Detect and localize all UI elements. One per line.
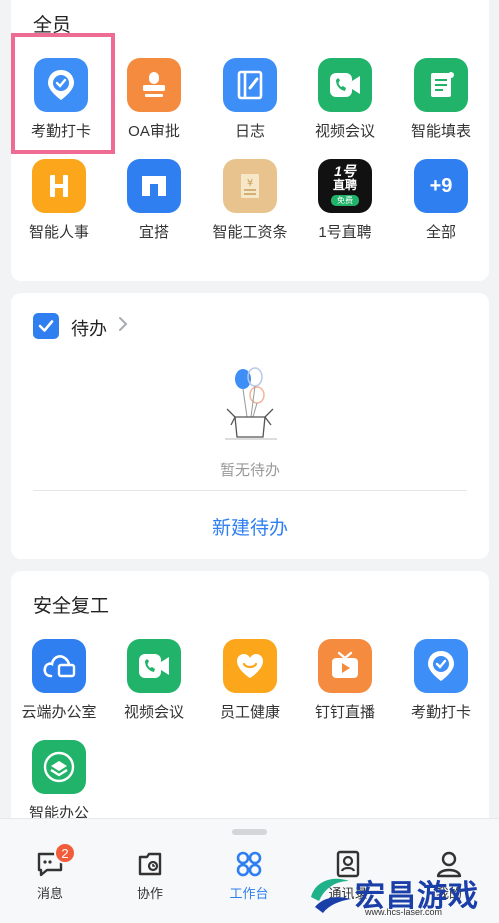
smart-form-icon — [414, 58, 468, 112]
new-todo-button[interactable]: 新建待办 — [11, 513, 489, 540]
salary-slip-icon: ¥ — [223, 159, 277, 213]
attendance-checkin-icon — [34, 58, 88, 112]
todo-card: 待办 暂无待办 新建待办 — [11, 293, 489, 559]
app-video-meeting[interactable]: 视频会议 — [297, 58, 393, 141]
watermark-url: www.hcs-laser.com — [365, 907, 443, 917]
drag-handle[interactable] — [232, 829, 267, 835]
empty-state-text: 暂无待办 — [219, 462, 280, 479]
yida-icon — [127, 159, 181, 213]
svg-text:¥: ¥ — [247, 178, 253, 189]
divider — [33, 490, 467, 491]
all-apps-icon: +9 — [414, 159, 468, 213]
app-salary-slip[interactable]: ¥ 智能工资条 — [202, 159, 298, 242]
app-smart-hr[interactable]: 智能人事 — [11, 159, 107, 242]
hiring-icon: 1号 直聘 免费 — [318, 159, 372, 213]
employee-health-icon — [223, 639, 277, 693]
app-live-stream[interactable]: 钉钉直播 — [297, 639, 393, 722]
app-smart-form[interactable]: 智能填表 — [393, 58, 489, 141]
unread-badge: 2 — [54, 842, 76, 864]
workbench-icon — [236, 851, 262, 877]
app-hiring[interactable]: 1号 直聘 免费 1号直聘 — [297, 159, 393, 242]
tab-workbench[interactable]: 工作台 — [214, 849, 284, 902]
app-oa-approval[interactable]: OA审批 — [106, 58, 202, 141]
app-attendance-2[interactable]: 考勤打卡 — [393, 639, 489, 722]
smart-office-icon — [32, 740, 86, 794]
app-employee-health[interactable]: 员工健康 — [202, 639, 298, 722]
app-smart-office[interactable]: 智能办公 — [11, 740, 107, 823]
checkbox-icon — [33, 313, 59, 339]
oa-approval-icon — [127, 58, 181, 112]
todo-title[interactable]: 待办 — [71, 315, 107, 341]
collaboration-icon — [138, 852, 162, 876]
empty-balloon-illustration — [219, 365, 283, 452]
log-icon — [223, 58, 277, 112]
app-all[interactable]: +9 全部 — [393, 159, 489, 242]
attendance-checkin-icon — [414, 639, 468, 693]
live-stream-icon — [318, 639, 372, 693]
app-video-meeting-2[interactable]: 视频会议 — [106, 639, 202, 722]
app-cloud-office[interactable]: 云端办公室 — [11, 639, 107, 722]
tab-collaboration[interactable]: 协作 — [115, 849, 185, 902]
site-watermark: 宏昌游戏网 www.hcs-laser.com — [305, 865, 495, 920]
section-title-safety: 安全复工 — [33, 596, 110, 617]
tab-messages[interactable]: 2 消息 — [15, 842, 85, 902]
video-meeting-icon — [318, 58, 372, 112]
chevron-right-icon[interactable] — [117, 315, 129, 338]
cloud-office-icon — [32, 639, 86, 693]
app-log[interactable]: 日志 — [202, 58, 298, 141]
watermark-logo-icon — [311, 878, 351, 913]
app-attendance[interactable]: 考勤打卡 — [13, 58, 109, 141]
video-meeting-icon — [127, 639, 181, 693]
app-yida[interactable]: 宜搭 — [106, 159, 202, 242]
smart-hr-icon — [32, 159, 86, 213]
